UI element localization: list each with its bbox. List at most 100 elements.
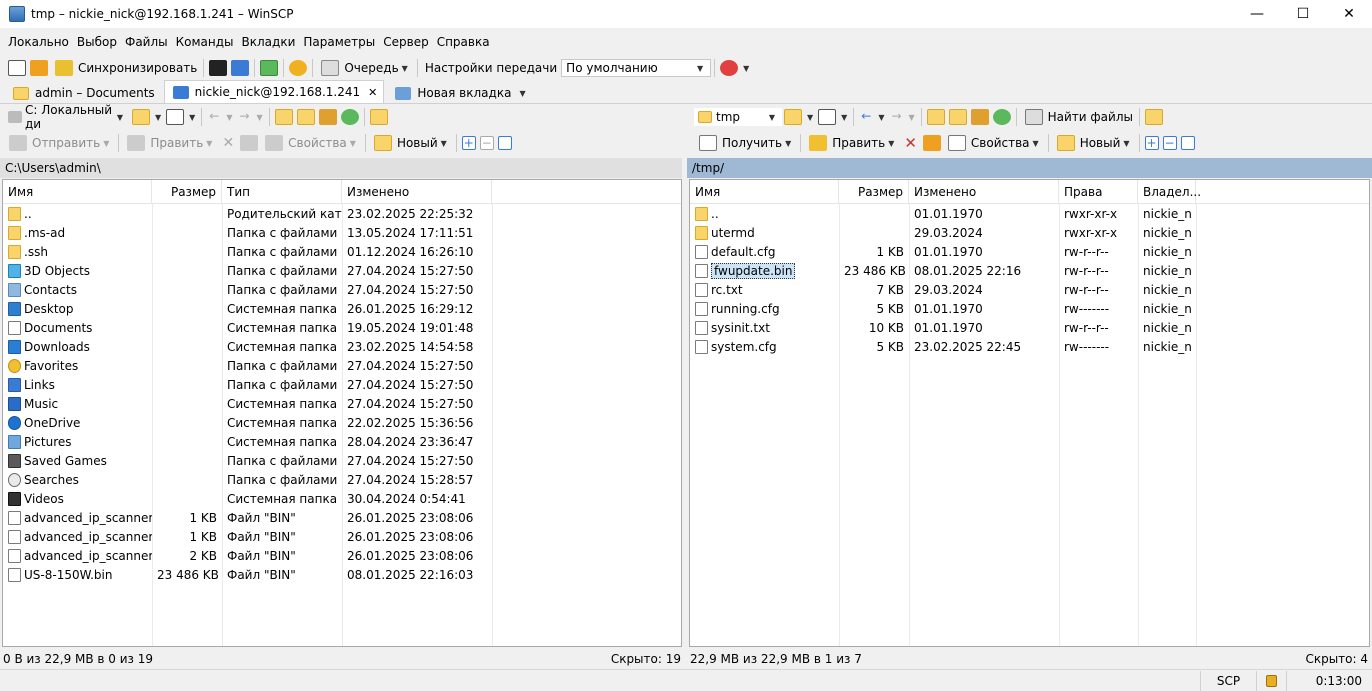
table-row[interactable]: Videos Системная папка 30.04.2024 0:54:41 [3,489,681,508]
table-row[interactable]: utermd 29.03.2024 rwxr-xr-x nickie_n [690,223,1369,242]
menu-local[interactable]: Локально [4,35,73,49]
back-arrow-icon[interactable]: ← [207,109,221,125]
table-row[interactable]: Searches Папка с файлами 27.04.2024 15:28:… [3,470,681,489]
tree-icon[interactable] [1144,109,1163,125]
local-properties-button[interactable]: Свойства ▼ [260,133,362,153]
table-row[interactable]: OneDrive Системная папка 22.02.2025 15:36:… [3,413,681,432]
synchronize-browsing-icon[interactable] [30,60,48,76]
table-row[interactable]: fwupdate.bin 23 486 KB 08.01.2025 22:16 rw-… [690,261,1369,280]
minimize-button[interactable]: — [1234,0,1280,28]
local-drive-select[interactable]: C: Локальный ди ▼ [4,103,130,131]
root-dir-icon[interactable] [948,109,967,125]
delete-icon[interactable]: ✕ [222,135,234,151]
table-row[interactable]: system.cfg 5 KB 23.02.2025 22:45 rw------- n… [690,337,1369,356]
table-row[interactable]: running.cfg 5 KB 01.01.1970 rw------- nickie… [690,299,1369,318]
menu-tabs[interactable]: Вкладки [238,35,300,49]
col-modified[interactable]: Изменено [342,180,492,204]
parent-dir-icon[interactable] [274,109,293,125]
root-dir-icon[interactable] [296,109,315,125]
col-size[interactable]: Размер [152,180,222,204]
table-row[interactable]: .ms-ad Папка с файлами 13.05.2024 17:11:51 [3,223,681,242]
send-button[interactable]: Отправить ▼ [4,133,115,153]
forward-arrow-icon[interactable]: → [889,109,903,125]
col-name[interactable]: Имя [690,180,839,204]
col-modified[interactable]: Изменено [909,180,1059,204]
col-owner[interactable]: Владел... [1138,180,1201,204]
tab-new[interactable]: Новая вкладка ▼ [386,82,535,103]
chevron-down-icon[interactable]: ▼ [256,113,262,122]
home-icon[interactable] [318,109,337,125]
refresh-icon[interactable] [260,60,279,76]
tab-admin-documents[interactable]: admin – Documents [4,82,162,103]
filter-icon[interactable] [818,109,837,125]
remote-properties-button[interactable]: Свойства ▼ [943,133,1045,153]
chevron-down-icon[interactable]: ▼ [841,113,847,122]
maximize-button[interactable]: ☐ [1280,0,1326,28]
find-files-button[interactable]: Найти файлы [1020,107,1136,127]
chevron-down-icon[interactable]: ▼ [807,113,813,122]
filter-icon[interactable] [166,109,185,125]
forward-arrow-icon[interactable]: → [237,109,251,125]
table-row[interactable]: sysinit.txt 10 KB 01.01.1970 rw-r--r-- nicki… [690,318,1369,337]
table-row[interactable]: US-8-150W.bin 23 486 KB Файл "BIN" 08.01.20… [3,565,681,584]
tree-icon[interactable] [369,109,388,125]
table-row[interactable]: Desktop Системная папка 26.01.2025 16:29:1… [3,299,681,318]
menu-options[interactable]: Параметры [299,35,379,49]
deselect-minus-icon[interactable]: − [1162,136,1177,150]
chevron-down-icon[interactable]: ▼ [226,113,232,122]
home-icon[interactable] [970,109,989,125]
local-file-panel[interactable]: Имя Размер Тип Изменено .. Родительский к… [2,179,682,647]
menu-server[interactable]: Сервер [379,35,432,49]
filter-select-icon[interactable] [497,136,512,150]
delete-icon[interactable]: ✕ [904,134,917,152]
menu-files[interactable]: Файлы [121,35,172,49]
menu-help[interactable]: Справка [433,35,494,49]
table-row[interactable]: Documents Системная папка 19.05.2024 19:01… [3,318,681,337]
chevron-down-icon[interactable]: ▼ [743,64,749,73]
refresh-icon[interactable] [992,109,1011,125]
table-row[interactable]: Downloads Системная папка 23.02.2025 14:54… [3,337,681,356]
remote-new-button[interactable]: Новый ▼ [1052,133,1136,153]
menu-select[interactable]: Выбор [73,35,121,49]
close-tab-icon[interactable]: ✕ [368,86,377,99]
table-row[interactable]: default.cfg 1 KB 01.01.1970 rw-r--r-- nickie… [690,242,1369,261]
synchronize-button[interactable]: Синхронизировать [50,58,200,78]
col-rights[interactable]: Права [1059,180,1138,204]
compare-dirs-icon[interactable] [8,60,26,76]
table-row[interactable]: .. 01.01.1970 rwxr-xr-x nickie_n [690,204,1369,223]
select-plus-icon[interactable]: + [1144,136,1159,150]
open-directory-icon[interactable] [132,109,150,125]
refresh-icon[interactable] [340,109,359,125]
remote-edit-button[interactable]: Править ▼ [804,133,900,153]
get-button[interactable]: Получить ▼ [694,133,797,153]
table-row[interactable]: advanced_ip_scanner... 2 KB Файл "BIN" 26.0… [3,546,681,565]
remote-dir-select[interactable]: tmp ▼ [694,108,782,126]
local-new-button[interactable]: Новый ▼ [369,133,453,153]
col-size[interactable]: Размер [839,180,909,204]
parent-dir-icon[interactable] [926,109,945,125]
remote-file-panel[interactable]: Имя Размер Изменено Права Владел... .. 01… [689,179,1370,647]
rename-icon[interactable] [922,135,941,151]
chevron-down-icon[interactable]: ▼ [908,113,914,122]
filter-select-icon[interactable] [1180,136,1195,150]
reconnect-icon[interactable] [720,60,739,76]
col-type[interactable]: Тип [222,180,342,204]
table-row[interactable]: rc.txt 7 KB 29.03.2024 rw-r--r-- nickie_n [690,280,1369,299]
table-row[interactable]: Saved Games Папка с файлами 27.04.2024 15:… [3,451,681,470]
table-row[interactable]: Links Папка с файлами 27.04.2024 15:27:50 [3,375,681,394]
chevron-down-icon[interactable]: ▼ [155,113,161,122]
table-row[interactable]: Pictures Системная папка 28.04.2024 23:36:… [3,432,681,451]
chevron-down-icon[interactable]: ▼ [878,113,884,122]
back-arrow-icon[interactable]: ← [859,109,873,125]
menu-commands[interactable]: Команды [172,35,238,49]
console-icon[interactable] [209,60,228,76]
select-plus-icon[interactable]: + [461,136,476,150]
table-row[interactable]: Contacts Папка с файлами 27.04.2024 15:27:… [3,280,681,299]
table-row[interactable]: Music Системная папка 27.04.2024 15:27:50 [3,394,681,413]
table-row[interactable]: .ssh Папка с файлами 01.12.2024 16:26:10 [3,242,681,261]
table-row[interactable]: .. Родительский кат... 23.02.2025 22:25:32 [3,204,681,223]
open-directory-icon[interactable] [784,109,802,125]
rename-icon[interactable] [240,135,259,151]
putty-icon[interactable] [231,60,250,76]
col-name[interactable]: Имя [3,180,152,204]
